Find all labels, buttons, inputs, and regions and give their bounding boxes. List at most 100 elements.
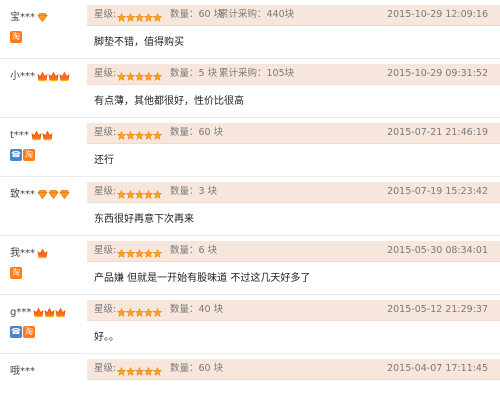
star-icon [152, 364, 163, 376]
star-icon [143, 10, 154, 22]
diamond-icon [59, 189, 70, 200]
star-icon [143, 128, 154, 140]
review-date: 2015-05-12 21:29:37 [387, 304, 488, 315]
review-meta-bar: 星级: 数量：60 块 2015-04-07 17:11:45 [87, 359, 500, 380]
quantity-text: 数量：40 块 [170, 304, 224, 315]
quantity-text: 数量：60 块 [170, 363, 224, 374]
mobile-badge-icon: ☎ [10, 149, 22, 161]
reviewer-name: t*** [10, 130, 53, 142]
reviewer-name-text: 宝*** [10, 12, 35, 23]
reviewer-name-text: 小*** [10, 71, 35, 82]
vip-badge-icon: 淘 [23, 149, 35, 161]
reviewer-name-text: 哦*** [10, 366, 35, 377]
review-meta-bar: 星级: 数量：60 块累计采购：440块 2015-10-29 12:09:16 [87, 5, 500, 26]
reviewer-name: 哦*** [10, 366, 37, 378]
reviewer-name: 我*** [10, 248, 48, 260]
review-item: g*** ☎ 淘星级: 数量：40 块 2015-05-12 21:29:37 好。。 [0, 295, 500, 354]
star-icon [152, 69, 163, 81]
star-icon [116, 364, 127, 376]
reviewer-level [37, 71, 70, 83]
star-icon [116, 69, 127, 81]
vip-badge-icon: 淘 [10, 31, 22, 43]
quantity-text: 数量：6 块 [170, 245, 218, 256]
star-icon [143, 364, 154, 376]
reviewer-name: 致*** [10, 189, 70, 201]
star-icon [134, 364, 145, 376]
star-icon [116, 246, 127, 258]
reviewer-level [37, 189, 70, 201]
crown-icon [42, 130, 53, 141]
crown-icon [33, 307, 44, 318]
review-item: 致*** 星级: 数量：3 块 2015-07-19 15:23:42 东西很好再意下次… [0, 177, 500, 236]
rating-label: 星级: [94, 68, 117, 79]
reviewer-name-text: 致*** [10, 189, 35, 200]
star-icon [152, 187, 163, 199]
accumulated-purchase-text: 累计采购：105块 [219, 68, 295, 79]
rating-stars [116, 305, 163, 317]
star-icon [143, 69, 154, 81]
reviewer-level [37, 248, 48, 260]
mobile-badge-icon: ☎ [10, 326, 22, 338]
quantity-text: 数量：60 块 [170, 9, 224, 20]
reviewer-level [31, 130, 53, 142]
review-item: t*** ☎ 淘星级: 数量：60 块 2015-07-21 21:46:19 还行 [0, 118, 500, 177]
star-icon [152, 246, 163, 258]
crown-icon [44, 307, 55, 318]
reviewer-name: 宝*** [10, 12, 48, 24]
review-date: 2015-07-21 21:46:19 [387, 127, 488, 138]
review-content: 东西很好再意下次再来 [94, 214, 194, 225]
star-icon [143, 246, 154, 258]
star-icon [134, 187, 145, 199]
star-icon [134, 305, 145, 317]
reviewer-level [33, 307, 66, 319]
review-item: 宝*** 淘 星级: 数量：60 块累计采购：440块 2015-10-29 12:09… [0, 0, 500, 59]
star-icon [143, 305, 154, 317]
rating-label: 星级: [94, 304, 117, 315]
review-content: 产品嫌 但就是一开始有股味道 不过这几天好多了 [94, 273, 311, 284]
rating-label: 星级: [94, 363, 117, 374]
crown-icon [37, 71, 48, 82]
reviewer-name: 小*** [10, 71, 70, 83]
star-icon [134, 10, 145, 22]
star-icon [116, 187, 127, 199]
reviewer-badges: ☎ 淘 [10, 142, 36, 161]
vip-badge-icon: 淘 [10, 267, 22, 279]
rating-stars [116, 69, 163, 81]
review-date: 2015-10-29 12:09:16 [387, 9, 488, 20]
diamond-icon [37, 12, 48, 23]
reviewer-name-text: 我*** [10, 248, 35, 259]
star-icon [116, 305, 127, 317]
rating-label: 星级: [94, 9, 117, 20]
star-icon [134, 69, 145, 81]
star-icon [125, 10, 136, 22]
crown-icon [59, 71, 70, 82]
rating-stars [116, 364, 163, 376]
reviewer-level [37, 12, 48, 24]
diamond-icon [48, 189, 59, 200]
diamond-icon [37, 189, 48, 200]
reviewer-badges: ☎ 淘 [10, 319, 36, 338]
review-meta-bar: 星级: 数量：6 块 2015-05-30 08:34:01 [87, 241, 500, 262]
star-icon [125, 364, 136, 376]
star-icon [116, 128, 127, 140]
review-date: 2015-05-30 08:34:01 [387, 245, 488, 256]
review-date: 2015-04-07 17:11:45 [387, 363, 488, 374]
review-meta-bar: 星级: 数量：40 块 2015-05-12 21:29:37 [87, 300, 500, 321]
star-icon [125, 246, 136, 258]
crown-icon [31, 130, 42, 141]
quantity-text: 数量：5 块 [170, 68, 218, 79]
rating-label: 星级: [94, 186, 117, 197]
review-item: 哦*** 星级: 数量：60 块 2015-04-07 17:11:45 [0, 354, 500, 413]
star-icon [125, 69, 136, 81]
star-icon [152, 305, 163, 317]
rating-stars [116, 10, 163, 22]
star-icon [152, 10, 163, 22]
review-date: 2015-10-29 09:31:52 [387, 68, 488, 79]
review-content: 有点薄，其他都很好，性价比很高 [94, 96, 244, 107]
star-icon [125, 187, 136, 199]
review-meta-bar: 星级: 数量：3 块 2015-07-19 15:23:42 [87, 182, 500, 203]
reviewer-badges: 淘 [10, 260, 23, 279]
crown-icon [48, 71, 59, 82]
review-item: 我*** 淘 星级: 数量：6 块 2015-05-30 08:34:01 产品嫌 但就是… [0, 236, 500, 295]
star-icon [116, 10, 127, 22]
